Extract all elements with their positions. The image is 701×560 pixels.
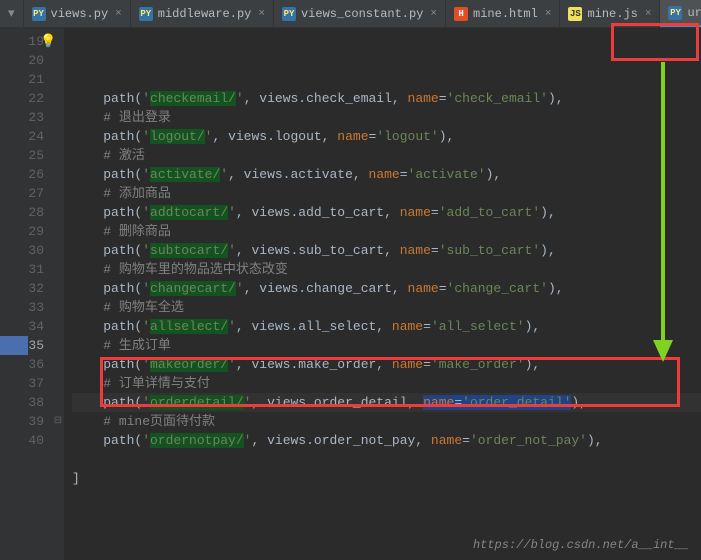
code-editor: 1920212223242526272829303132333435363738…: [0, 28, 701, 560]
tab-label: views_constant.py: [301, 7, 423, 21]
fold-marker[interactable]: [52, 298, 64, 317]
line-number[interactable]: 24: [0, 127, 44, 146]
tab-middleware-py[interactable]: PY middleware.py ×: [131, 0, 274, 27]
code-line[interactable]: # 购物车里的物品选中状态改变: [72, 260, 701, 279]
js-file-icon: JS: [568, 7, 582, 21]
code-line[interactable]: path('ordernotpay/', views.order_not_pay…: [72, 431, 701, 450]
close-icon[interactable]: ×: [545, 8, 552, 20]
fold-marker[interactable]: [52, 241, 64, 260]
tab-label: middleware.py: [158, 7, 252, 21]
fold-marker[interactable]: [52, 317, 64, 336]
breakpoint-marker: [0, 336, 28, 355]
line-number[interactable]: 22: [0, 89, 44, 108]
code-line[interactable]: # 购物车全选: [72, 298, 701, 317]
code-line[interactable]: # 添加商品: [72, 184, 701, 203]
line-number[interactable]: 30: [0, 241, 44, 260]
py-file-icon: PY: [32, 7, 46, 21]
fold-marker[interactable]: [52, 70, 64, 89]
line-number[interactable]: 27: [0, 184, 44, 203]
html-file-icon: H: [454, 7, 468, 21]
tab-views_constant-py[interactable]: PY views_constant.py ×: [274, 0, 446, 27]
intention-bulb-icon[interactable]: 💡: [40, 32, 56, 51]
line-number[interactable]: 40: [0, 431, 44, 450]
code-area[interactable]: 💡 path('checkemail/', views.check_email,…: [64, 28, 701, 560]
py-file-icon: PY: [139, 7, 153, 21]
fold-column[interactable]: ⊟: [52, 28, 64, 560]
fold-marker[interactable]: [52, 336, 64, 355]
fold-marker[interactable]: [52, 222, 64, 241]
py-file-icon: PY: [668, 6, 682, 20]
tab-label: mine.js: [587, 7, 637, 21]
code-line[interactable]: path('allselect/', views.all_select, nam…: [72, 317, 701, 336]
fold-marker[interactable]: [52, 108, 64, 127]
code-line[interactable]: # 生成订单: [72, 336, 701, 355]
line-number[interactable]: 21: [0, 70, 44, 89]
code-line[interactable]: path('makeorder/', views.make_order, nam…: [72, 355, 701, 374]
code-line[interactable]: path('changecart/', views.change_cart, n…: [72, 279, 701, 298]
line-number[interactable]: 39: [0, 412, 44, 431]
fold-marker[interactable]: [52, 260, 64, 279]
code-line[interactable]: # 删除商品: [72, 222, 701, 241]
code-line[interactable]: # 订单详情与支付: [72, 374, 701, 393]
code-line[interactable]: path('orderdetail/', views.order_detail,…: [72, 393, 701, 412]
line-number[interactable]: 38: [0, 393, 44, 412]
fold-marker[interactable]: [52, 146, 64, 165]
fold-marker[interactable]: [52, 165, 64, 184]
code-line[interactable]: # 退出登录: [72, 108, 701, 127]
tab-label: mine.html: [473, 7, 538, 21]
fold-marker[interactable]: [52, 127, 64, 146]
tab-mine-js[interactable]: JS mine.js ×: [560, 0, 660, 27]
line-number[interactable]: 19: [0, 32, 44, 51]
line-number[interactable]: 37: [0, 374, 44, 393]
fold-marker[interactable]: [52, 51, 64, 70]
code-line[interactable]: [72, 450, 701, 469]
fold-marker[interactable]: [52, 374, 64, 393]
fold-marker[interactable]: [52, 184, 64, 203]
line-number[interactable]: 23: [0, 108, 44, 127]
code-line[interactable]: path('checkemail/', views.check_email, n…: [72, 89, 701, 108]
line-number-gutter[interactable]: 1920212223242526272829303132333435363738…: [0, 28, 52, 560]
tab-label: urls.py: [687, 6, 701, 20]
code-line[interactable]: [72, 488, 701, 507]
code-line[interactable]: ]: [72, 469, 701, 488]
line-number[interactable]: 32: [0, 279, 44, 298]
line-number[interactable]: 28: [0, 203, 44, 222]
line-number[interactable]: 25: [0, 146, 44, 165]
line-number[interactable]: 34: [0, 317, 44, 336]
close-icon[interactable]: ×: [258, 8, 265, 20]
tab-views-py[interactable]: PY views.py ×: [24, 0, 131, 27]
code-line[interactable]: path('logout/', views.logout, name='logo…: [72, 127, 701, 146]
watermark-text: https://blog.csdn.net/a__int__: [473, 538, 689, 552]
fold-marker[interactable]: [52, 355, 64, 374]
editor-tabs: ▾ PY views.py × PY middleware.py × PY views_con…: [0, 0, 701, 28]
code-line[interactable]: # 激活: [72, 146, 701, 165]
code-line[interactable]: path('addtocart/', views.add_to_cart, na…: [72, 203, 701, 222]
tab-label: views.py: [51, 7, 109, 21]
close-icon[interactable]: ×: [115, 8, 122, 20]
line-number[interactable]: 20: [0, 51, 44, 70]
close-icon[interactable]: ×: [645, 8, 652, 20]
line-number[interactable]: 33: [0, 298, 44, 317]
line-number[interactable]: 36: [0, 355, 44, 374]
tab-mine-html[interactable]: Hmine.html ×: [446, 0, 560, 27]
tab-actions[interactable]: ▾: [0, 0, 24, 27]
line-number[interactable]: 31: [0, 260, 44, 279]
fold-marker[interactable]: [52, 431, 64, 450]
fold-marker[interactable]: [52, 279, 64, 298]
fold-marker[interactable]: ⊟: [52, 412, 64, 431]
fold-marker[interactable]: [52, 203, 64, 222]
py-file-icon: PY: [282, 7, 296, 21]
code-line[interactable]: path('activate/', views.activate, name='…: [72, 165, 701, 184]
code-line[interactable]: # mine页面待付款: [72, 412, 701, 431]
tab-urls-py[interactable]: PYurls.py×: [660, 0, 701, 27]
close-icon[interactable]: ×: [430, 8, 437, 20]
fold-marker[interactable]: [52, 89, 64, 108]
fold-marker[interactable]: [52, 393, 64, 412]
line-number[interactable]: 26: [0, 165, 44, 184]
code-line[interactable]: path('subtocart/', views.sub_to_cart, na…: [72, 241, 701, 260]
line-number[interactable]: 29: [0, 222, 44, 241]
